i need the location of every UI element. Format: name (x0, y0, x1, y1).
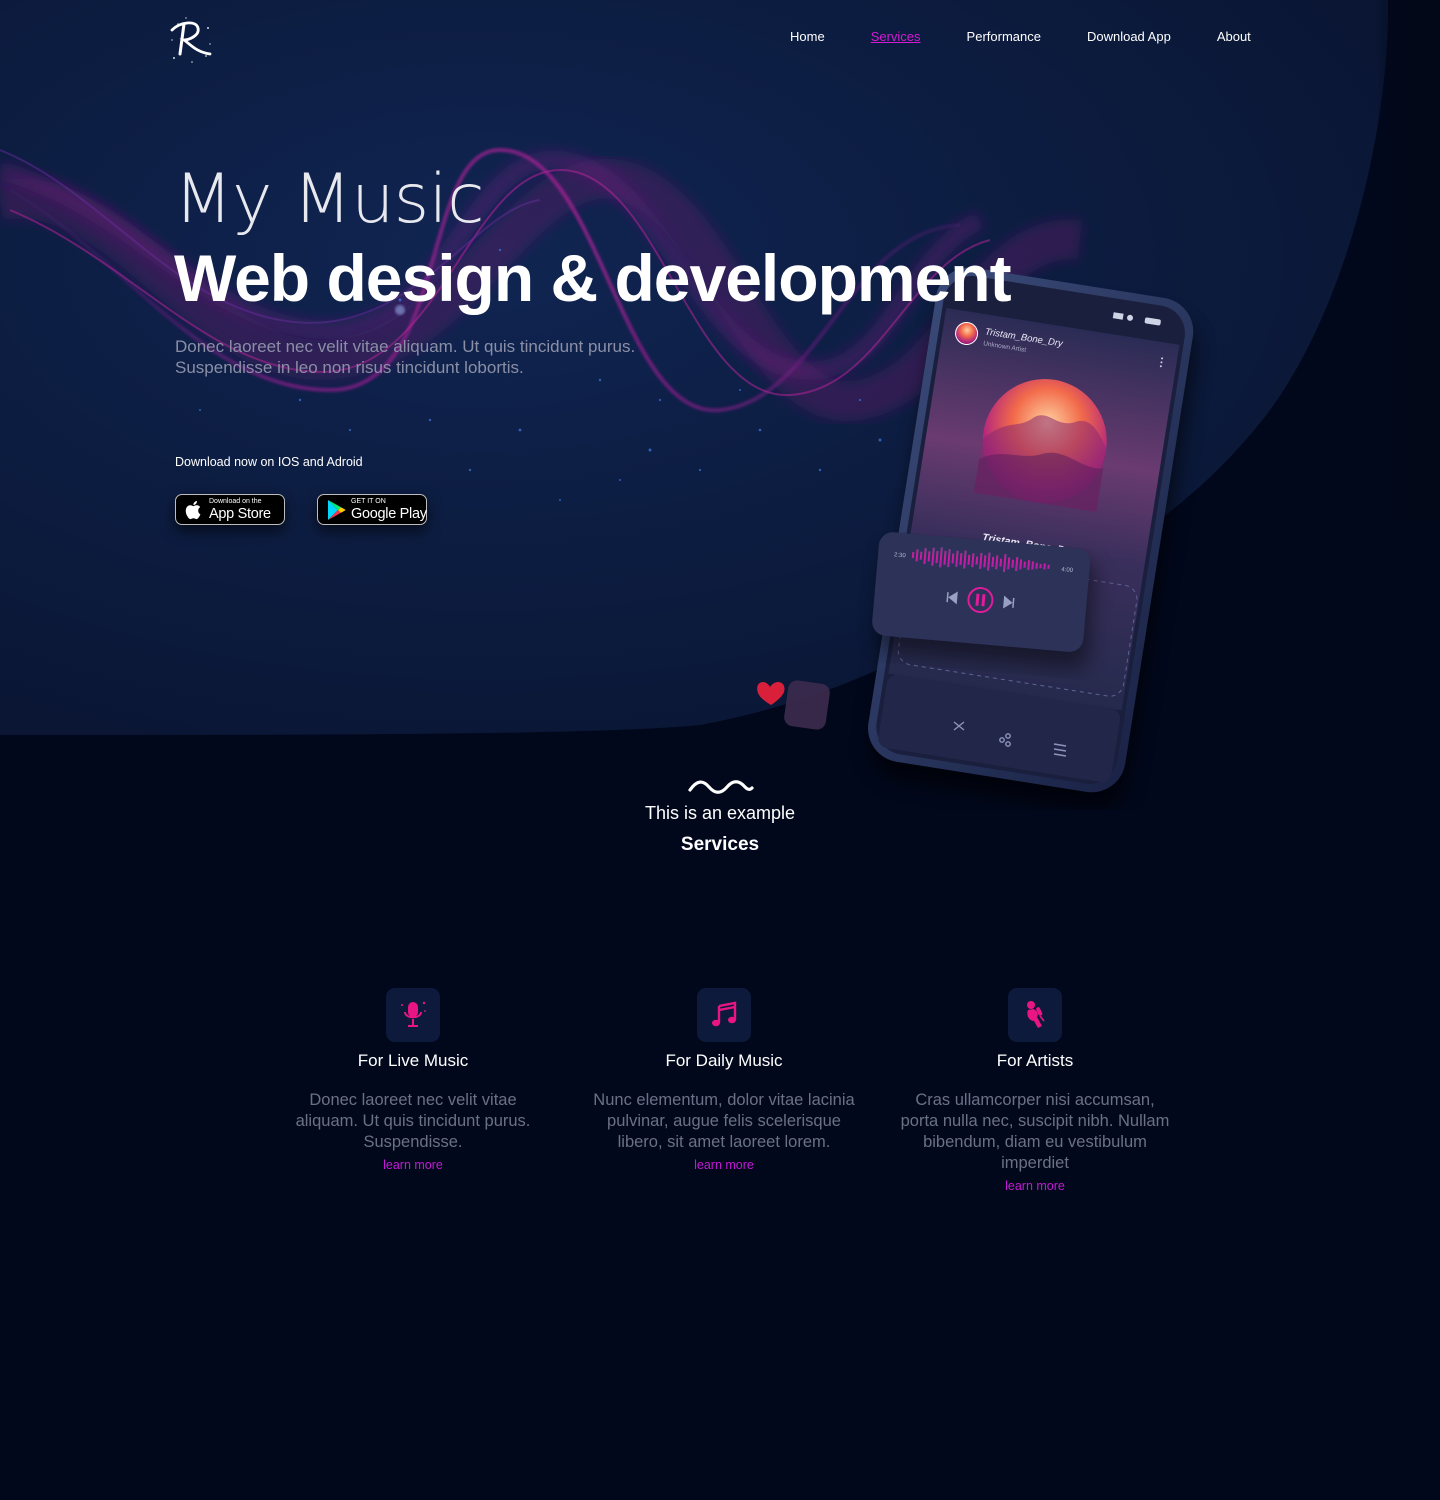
nav-performance[interactable]: Performance (967, 28, 1041, 48)
card-title: For Live Music (357, 1051, 469, 1070)
hero-subtitle: My Music (174, 160, 485, 239)
player-duration: 4:00 (1061, 567, 1074, 574)
singer-icon (1027, 1001, 1045, 1028)
services-title: Services (680, 834, 760, 855)
google-play-big-text: Google Play (351, 506, 427, 522)
service-card-live-music: For Live Music Donec laoreet nec velit v… (263, 988, 563, 1175)
download-label: Download now on IOS and Adroid (175, 455, 363, 469)
learn-more-link[interactable]: learn more (1005, 1176, 1065, 1196)
nav-about[interactable]: About (1217, 28, 1251, 48)
main-nav: Home Services Performance Download App A… (790, 28, 1251, 48)
card-icon-box (697, 988, 751, 1042)
google-play-button[interactable]: GET IT ON Google Play (317, 494, 427, 525)
wave-icon (688, 780, 754, 794)
hero-edge-shade (1375, 0, 1440, 520)
google-play-icon (328, 500, 346, 520)
nav-home[interactable]: Home (790, 28, 825, 48)
card-title: For Daily Music (665, 1051, 783, 1070)
card-description: Cras ullamcorper nisi accumsan, porta nu… (900, 1091, 1170, 1172)
card-icon-box (1008, 988, 1062, 1042)
service-card-daily-music: For Daily Music Nunc elementum, dolor vi… (574, 988, 874, 1175)
music-notes-icon (712, 1001, 737, 1027)
nav-download-app[interactable]: Download App (1087, 28, 1171, 48)
r-logo-icon[interactable] (166, 10, 216, 66)
card-description: Donec laoreet nec velit vitae aliquam. U… (295, 1091, 531, 1151)
nav-services[interactable]: Services (871, 28, 921, 48)
player-elapsed: 2:30 (894, 552, 907, 559)
google-play-small-text: GET IT ON (351, 498, 386, 505)
hero-background (0, 0, 1389, 735)
app-store-button[interactable]: Download on the App Store (175, 494, 285, 525)
app-store-big-text: App Store (209, 506, 271, 522)
card-title: For Artists (996, 1051, 1074, 1070)
learn-more-link[interactable]: learn more (694, 1155, 754, 1175)
app-store-small-text: Download on the (209, 498, 262, 505)
services-pretitle: This is an example (644, 803, 796, 823)
card-description: Nunc elementum, dolor vitae lacinia pulv… (593, 1091, 855, 1151)
card-icon-box (386, 988, 440, 1042)
hero-description: Donec laoreet nec velit vitae aliquam. U… (175, 337, 636, 377)
apple-icon (185, 501, 201, 520)
hero-title: Web design & development (174, 241, 1012, 315)
phone-mockup: Tristam_Bone_Dry Unknown Artist Tristam_… (740, 250, 1220, 811)
service-card-artists: For Artists Cras ullamcorper nisi accums… (885, 988, 1185, 1196)
learn-more-link[interactable]: learn more (383, 1155, 443, 1175)
microphone-icon (401, 1001, 426, 1027)
